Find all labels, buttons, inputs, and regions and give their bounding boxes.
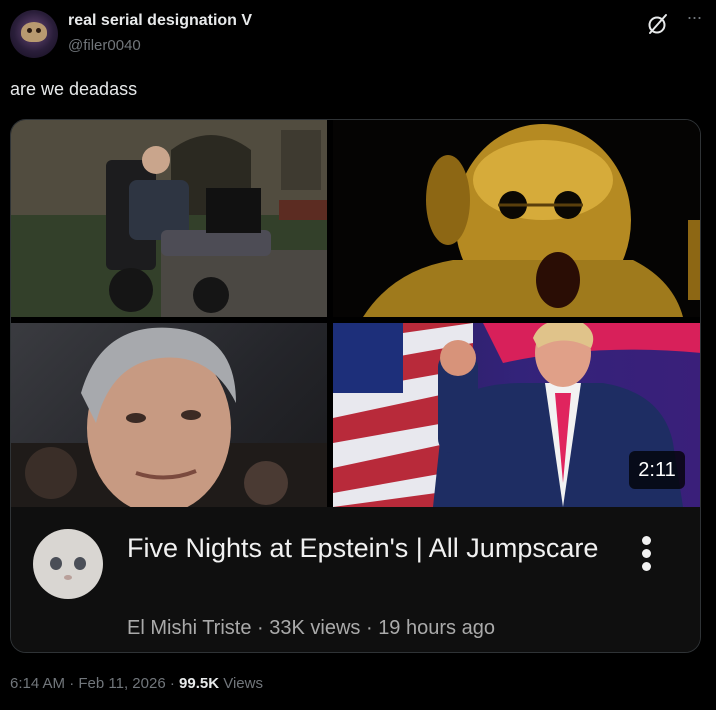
footer-separator: · [69,675,79,692]
grok-icon[interactable] [646,12,670,36]
avatar-figure [21,22,47,42]
thumbnail-tile-3 [11,323,327,507]
video-duration-badge: 2:11 [629,451,685,489]
user-handle[interactable]: @filer0040 [68,37,141,54]
video-title[interactable]: Five Nights at Epstein's | All Jumpscare [127,531,607,565]
video-thumbnail[interactable]: 2:11 [11,120,700,507]
cat-eye [74,557,86,570]
display-name[interactable]: real serial designation V [68,12,252,30]
thumbnail-tile-1-art [11,120,327,317]
avatar-eye [36,28,41,33]
cat-nose [64,575,72,580]
upload-age: 19 hours ago [378,617,495,639]
more-vertical-icon[interactable] [639,536,655,572]
thumbnail-tile-1 [11,120,327,317]
thumbnail-tile-2-art [363,124,700,317]
cat-eye [50,557,62,570]
meta-separator: · [365,617,379,639]
video-meta: El Mishi Triste · 33K views · 19 hours a… [127,617,495,640]
thumbnail-tile-2 [333,120,700,317]
views-count: 99.5K [179,675,220,692]
user-avatar[interactable] [10,10,58,58]
post-time[interactable]: 6:14 AM [10,675,65,692]
avatar-eye [27,28,32,33]
video-info: Five Nights at Epstein's | All Jumpscare… [11,507,700,652]
view-count: 33K views [269,617,361,639]
tweet-header: real serial designation V @filer0040 ··· [10,8,706,60]
tweet-footer: 6:14 AM · Feb 11, 2026 · 99.5K Views [10,675,263,692]
thumbnail-tile-3-art [11,327,327,507]
views-label: Views [223,675,263,692]
post-date[interactable]: Feb 11, 2026 [78,675,165,692]
crying-cat-avatar[interactable] [33,529,103,599]
tweet-text: are we deadass [10,79,138,99]
more-horizontal-icon[interactable]: ··· [682,8,706,34]
meta-separator: · [257,617,270,639]
video-embed-card[interactable]: 2:11 Five Nights at Epstein's | All Jump… [10,119,701,653]
channel-name[interactable]: El Mishi Triste [127,617,251,639]
footer-separator: · [169,675,180,692]
